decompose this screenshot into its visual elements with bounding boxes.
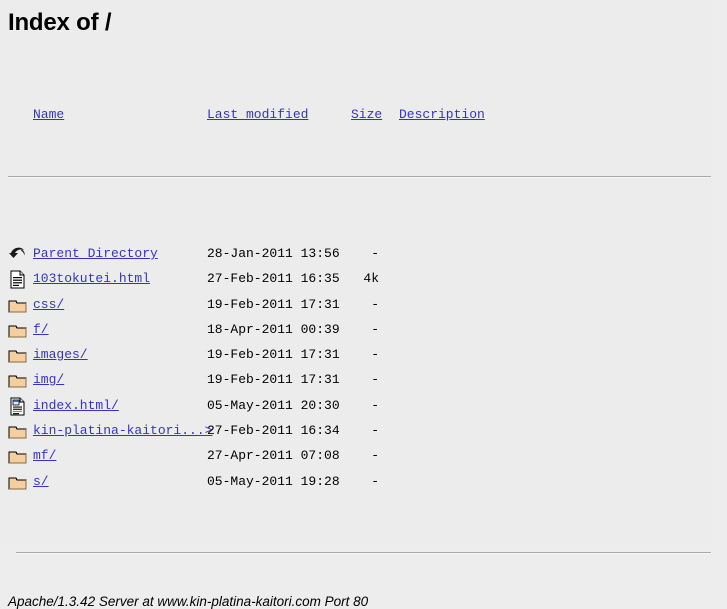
folder-icon: [8, 421, 28, 443]
entry-link[interactable]: Parent Directory: [33, 246, 158, 261]
table-row: s/05-May-2011 19:28 -: [8, 470, 719, 495]
entry-name-cell: img/: [33, 372, 64, 388]
text-document-icon: [8, 269, 28, 291]
folder-icon: [8, 320, 28, 342]
entry-link[interactable]: kin-platina-kaitori...>: [33, 423, 212, 438]
directory-index-page: Index of / Name Last modified Size Descr…: [0, 0, 719, 609]
entry-last-modified: 19-Feb-2011 17:31: [207, 296, 340, 312]
entry-last-modified: 27-Feb-2011 16:34: [207, 423, 340, 439]
column-header-size[interactable]: Size: [351, 107, 382, 123]
entry-link[interactable]: s/: [33, 474, 49, 489]
entry-last-modified: 27-Apr-2011 07:08: [207, 448, 340, 464]
entry-size: -: [371, 448, 379, 464]
entry-size: -: [371, 423, 379, 439]
entry-name-cell: mf/: [33, 448, 56, 464]
entry-size: -: [371, 321, 379, 337]
entry-link[interactable]: images/: [33, 347, 88, 362]
entry-last-modified: 19-Feb-2011 17:31: [207, 372, 340, 388]
entry-name-cell: kin-platina-kaitori...>: [33, 423, 212, 439]
entry-size: 4k: [363, 271, 379, 287]
table-row: kin-platina-kaitori...> 27-Feb-2011 16:34…: [8, 419, 719, 444]
entry-name-cell: 103tokutei.html: [33, 271, 150, 287]
folder-icon: [8, 345, 28, 367]
entry-name-cell: s/: [33, 474, 49, 490]
entry-size: -: [371, 397, 379, 413]
entry-last-modified: 19-Feb-2011 17:31: [207, 347, 340, 363]
entry-last-modified: 05-May-2011 20:30: [207, 397, 340, 413]
parent-directory-icon: [8, 244, 28, 266]
directory-listing: Name Last modified Size Description Pare…: [0, 37, 719, 586]
entry-name-cell: css/: [33, 297, 64, 313]
table-row: Parent Directory 28-Jan-2011 13:56 -: [8, 242, 719, 267]
column-header-description[interactable]: Description: [399, 107, 485, 123]
column-header-last-modified[interactable]: Last modified: [207, 107, 308, 123]
entry-size: -: [371, 473, 379, 489]
table-row: index.html/05-May-2011 20:30 -: [8, 394, 719, 419]
entry-link[interactable]: index.html/: [33, 398, 119, 413]
folder-icon: [8, 295, 28, 317]
entry-link[interactable]: f/: [33, 322, 49, 337]
entry-name-cell: Parent Directory: [33, 246, 158, 262]
entry-last-modified: 18-Apr-2011 00:39: [207, 321, 340, 337]
table-row: f/18-Apr-2011 00:39 -: [8, 318, 719, 343]
entry-last-modified: 28-Jan-2011 13:56: [207, 246, 340, 261]
folder-icon: [8, 370, 28, 392]
header-divider: [8, 176, 711, 178]
folder-icon: [8, 472, 28, 494]
table-row: images/19-Feb-2011 17:31 -: [8, 343, 719, 368]
column-header-row: Name Last modified Size Description: [8, 107, 719, 124]
file-rows-container: Parent Directory 28-Jan-2011 13:56 - 103tok…: [8, 242, 719, 495]
page-title: Index of /: [8, 9, 112, 36]
footer-divider: [16, 551, 711, 554]
column-header-name[interactable]: Name: [33, 107, 64, 123]
entry-last-modified: 05-May-2011 19:28: [207, 473, 340, 489]
entry-link[interactable]: css/: [33, 297, 64, 312]
entry-link[interactable]: mf/: [33, 448, 56, 463]
entry-size: -: [371, 372, 379, 388]
table-row: css/19-Feb-2011 17:31 -: [8, 293, 719, 318]
entry-size: -: [371, 347, 379, 363]
server-signature: Apache/1.3.42 Server at www.kin-platina-…: [8, 593, 369, 609]
html-document-icon: [8, 396, 28, 418]
entry-last-modified: 27-Feb-2011 16:35: [207, 271, 340, 287]
entry-name-cell: index.html/: [33, 398, 119, 414]
entry-size: -: [371, 246, 379, 261]
entry-link[interactable]: img/: [33, 372, 64, 387]
folder-icon: [8, 446, 28, 468]
table-row: mf/27-Apr-2011 07:08 -: [8, 444, 719, 469]
entry-name-cell: f/: [33, 322, 49, 338]
entry-link[interactable]: 103tokutei.html: [33, 271, 150, 286]
entry-name-cell: images/: [33, 347, 88, 363]
table-row: img/19-Feb-2011 17:31 -: [8, 368, 719, 393]
table-row: 103tokutei.html 27-Feb-2011 16:35 4k: [8, 267, 719, 292]
entry-size: -: [371, 296, 379, 312]
